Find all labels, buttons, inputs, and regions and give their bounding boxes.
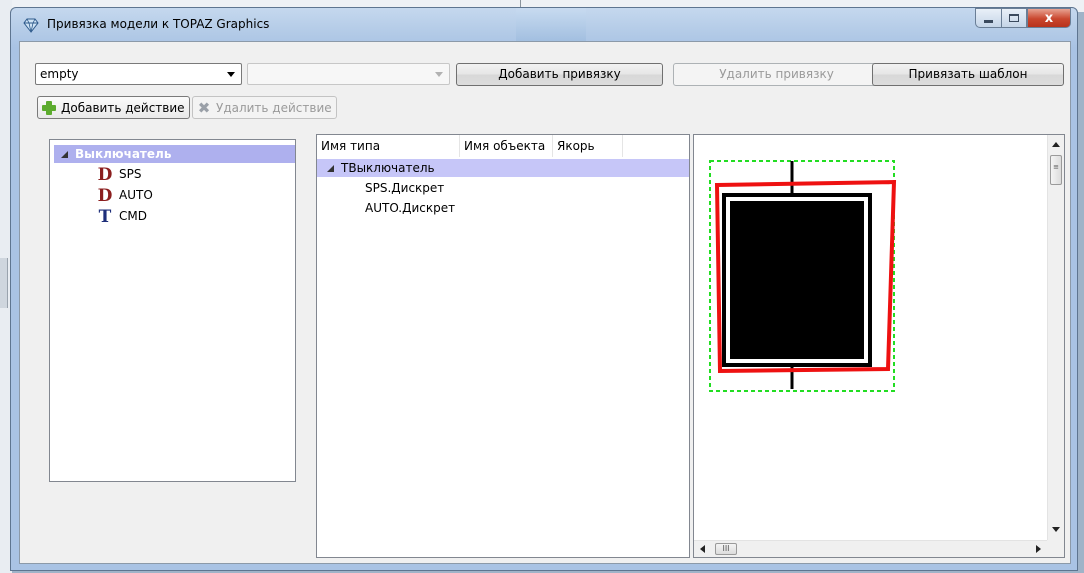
actions-tree: Выключатель D SPS D AUTO T CMD [49,139,296,482]
tree-item-label: AUTO [119,188,153,202]
remove-binding-button[interactable]: Удалить привязку [673,63,880,86]
remove-action-button[interactable]: ✖ Удалить действие [192,96,337,119]
object-select[interactable] [247,63,450,85]
plus-icon [41,100,57,116]
add-action-button[interactable]: Добавить действие [37,96,190,119]
add-action-label: Добавить действие [61,100,185,115]
minimize-button[interactable] [975,8,1001,28]
delete-x-icon: ✖ [197,98,211,117]
title-highlight [516,8,586,41]
scroll-right-icon[interactable] [1036,545,1041,553]
table-root-row[interactable]: ТВыключатель [317,159,689,177]
bind-template-button[interactable]: Привязать шаблон [872,63,1064,86]
switch-body [730,201,864,359]
background-window-edge [0,258,8,308]
horizontal-scrollbar[interactable]: III [694,540,1047,557]
scroll-down-icon[interactable] [1052,527,1060,532]
close-button[interactable]: x [1027,8,1071,28]
model-select[interactable]: empty [35,63,242,85]
tree-root-label: Выключатель [75,147,172,161]
title-bar[interactable]: Привязка модели к TOPAZ Graphics x [11,8,1077,41]
minimize-icon [984,19,993,23]
chevron-down-icon [227,72,235,77]
tree-item[interactable]: D SPS [97,164,142,185]
expander-icon [327,165,334,172]
tree-root-switch[interactable]: Выключатель [54,145,295,163]
window-controls: x [975,8,1071,28]
tree-item-label: SPS [119,167,142,181]
column-header-object-name[interactable]: Имя объекта [460,135,553,157]
scroll-corner [1047,540,1064,557]
tree-item[interactable]: T CMD [97,206,147,227]
table-row[interactable]: SPS.Дискрет [365,179,444,197]
remove-action-label: Удалить действие [216,100,332,115]
horizontal-scroll-thumb[interactable]: III [715,543,737,555]
table-row[interactable]: AUTO.Дискрет [365,199,455,217]
discrete-icon: D [97,185,113,206]
add-binding-button[interactable]: Добавить привязку [456,63,663,86]
window-title: Привязка модели к TOPAZ Graphics [47,17,270,31]
vertical-scroll-thumb[interactable]: ≡ [1050,155,1062,185]
graphics-preview[interactable]: ≡ III [693,134,1065,558]
chevron-down-icon [435,72,443,77]
switch-symbol-preview [709,160,897,392]
column-header-anchor[interactable]: Якорь [553,135,623,157]
maximize-icon [1009,14,1019,22]
scroll-up-icon[interactable] [1052,142,1060,147]
column-header-type-name[interactable]: Имя типа [317,135,460,157]
discrete-icon: D [97,164,113,185]
telecommand-icon: T [98,206,112,227]
app-diamond-icon [23,18,39,33]
table-root-label: ТВыключатель [341,161,435,175]
model-select-value: empty [40,67,79,81]
binding-table: Имя типа Имя объекта Якорь ТВыключатель … [316,134,690,558]
binding-dialog: Привязка модели к TOPAZ Graphics x empty… [10,7,1078,571]
dialog-client-area: empty Добавить привязку Удалить привязку… [19,41,1071,564]
tree-item-label: CMD [119,209,147,223]
vertical-scrollbar[interactable]: ≡ [1047,135,1064,540]
maximize-button[interactable] [1001,8,1027,28]
scroll-left-icon[interactable] [700,545,705,553]
grip-icon: ≡ [1053,163,1059,171]
tree-item[interactable]: D AUTO [97,185,153,206]
close-icon: x [1044,10,1054,26]
grip-icon: III [722,544,730,553]
expander-icon [61,151,68,158]
